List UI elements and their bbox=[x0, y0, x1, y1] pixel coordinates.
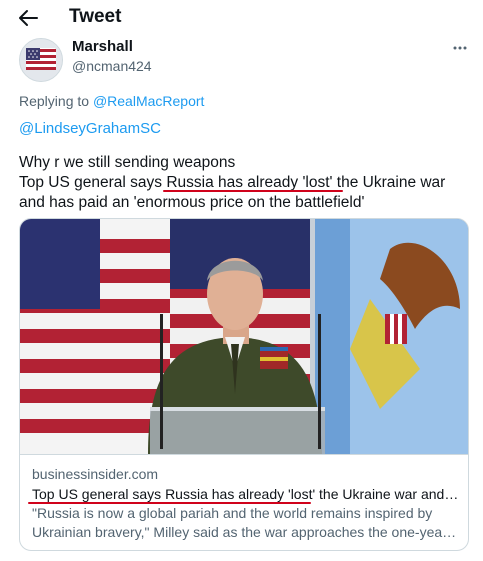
more-dots-icon[interactable] bbox=[452, 40, 468, 56]
card-divider bbox=[20, 454, 468, 455]
replying-to-label: Replying to bbox=[19, 93, 90, 109]
mention-realmacreport[interactable]: @RealMacReport bbox=[93, 93, 204, 109]
tweet-text: Why r we still sending weapons Top US ge… bbox=[19, 153, 469, 213]
author-name[interactable]: Marshall bbox=[72, 38, 133, 56]
link-card[interactable]: businessinsider.com Top US general says … bbox=[19, 218, 469, 551]
card-description-line: "Russia is now a global pariah and the w… bbox=[32, 505, 433, 521]
card-domain: businessinsider.com bbox=[32, 466, 159, 482]
replying-to-line: Replying to @RealMacReport bbox=[19, 92, 204, 110]
card-description: "Russia is now a global pariah and the w… bbox=[32, 504, 458, 542]
page-title: Tweet bbox=[69, 6, 122, 27]
author-handle[interactable]: @ncman424 bbox=[72, 57, 152, 75]
red-underline-annotation bbox=[163, 190, 343, 192]
card-description-line: Ukrainian bravery," Milley said as the w… bbox=[32, 524, 458, 540]
tweet-text-line: and has paid an 'enormous price on the b… bbox=[19, 194, 365, 211]
mention-lindseygrahamsc[interactable]: @LindseyGrahamSC bbox=[19, 119, 161, 139]
avatar[interactable] bbox=[19, 38, 63, 82]
tweet-text-line: Why r we still sending weapons bbox=[19, 154, 236, 171]
card-title[interactable]: Top US general says Russia has already '… bbox=[32, 485, 462, 503]
arrow-left-icon[interactable] bbox=[16, 8, 40, 28]
general-at-podium-image bbox=[20, 219, 468, 454]
top-bar: Tweet bbox=[0, 0, 483, 36]
flag-avatar-image bbox=[20, 39, 62, 81]
